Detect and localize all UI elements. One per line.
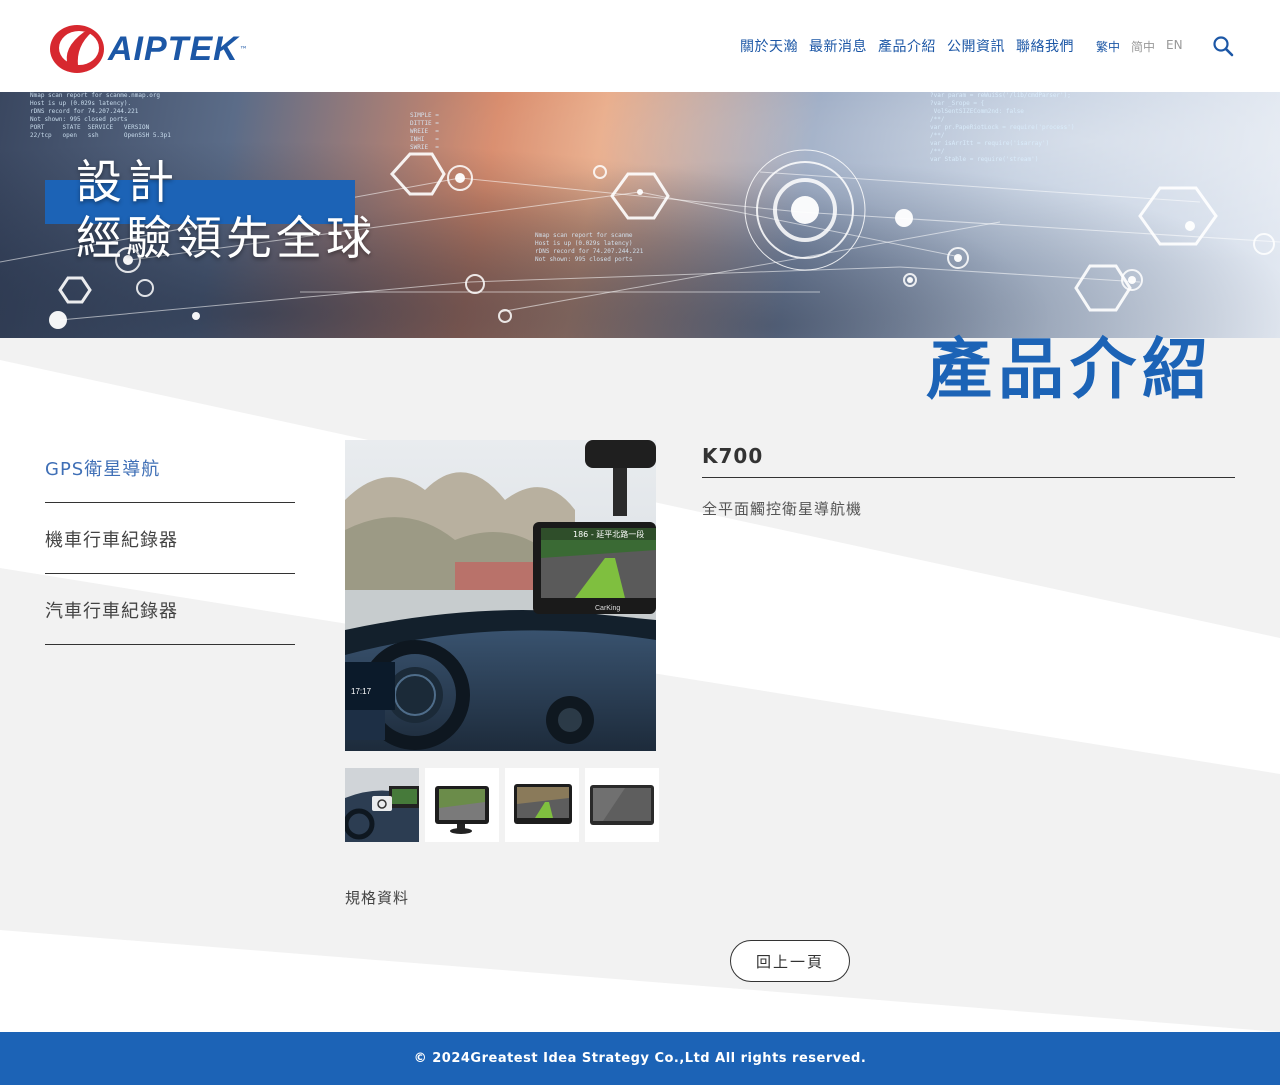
logo-wordmark: AIPTEK [108,29,239,68]
gps-street-label: 186 - 延平北路一段 [573,529,644,539]
language-switcher: 繁中 简中 EN [1096,38,1183,55]
product-divider [702,477,1235,478]
site-footer: © 2024Greatest Idea Strategy Co.,Ltd All… [0,1032,1280,1085]
thumbnail-3[interactable] [505,768,579,842]
lang-simplified-chinese[interactable]: 简中 [1131,38,1155,55]
lang-english[interactable]: EN [1166,38,1183,55]
section-title: 產品介紹 [926,331,1214,408]
aiptek-logo[interactable]: AIPTEK ™ [48,22,293,76]
banner-code-overlay-mid: Nmap scan report for scanme Host is up (… [535,232,644,263]
nav-public-info[interactable]: 公開資訊 [947,36,1005,56]
thumbnail-device-front-image [505,768,579,842]
spec-label[interactable]: 規格資料 [345,887,409,908]
thumbnail-dashboard-image [345,768,419,842]
search-icon[interactable] [1212,35,1234,57]
lang-traditional-chinese[interactable]: 繁中 [1096,38,1120,55]
site-header: AIPTEK ™ 關於天瀚 最新消息 產品介紹 公開資訊 聯絡我們 繁中 简中 … [0,0,1280,92]
nav-contact[interactable]: 聯絡我們 [1016,36,1074,56]
device-brand-label: CarKing [595,605,620,612]
product-description: 全平面觸控衛星導航機 [702,500,863,518]
sidebar-item-gps[interactable]: GPS衛星導航 [45,432,295,503]
product-name: K700 [702,444,764,468]
footer-copyright: © 2024Greatest Idea Strategy Co.,Ltd All… [413,1051,867,1066]
sidebar-item-motorcycle-recorder[interactable]: 機車行車紀錄器 [45,503,295,574]
banner-heading-line2: 經驗領先全球 [76,211,376,265]
nav-news[interactable]: 最新消息 [809,36,867,56]
thumbnail-device-off-image [585,768,659,842]
nav-products[interactable]: 產品介紹 [878,36,936,56]
category-sidebar: GPS衛星導航 機車行車紀錄器 汽車行車紀錄器 [45,432,295,645]
page: AIPTEK ™ 關於天瀚 最新消息 產品介紹 公開資訊 聯絡我們 繁中 简中 … [0,0,1280,1085]
thumbnail-4[interactable] [585,768,659,842]
banner-code-overlay-center: SIMPLE = DITTIE = WREIE = INHI = SWRIE = [410,112,439,151]
back-button[interactable]: 回上一頁 [730,940,850,982]
dash-time-label: 17:17 [351,687,372,696]
logo-trademark: ™ [239,44,248,54]
thumbnail-device-mount-image [425,768,499,842]
product-main-image[interactable]: 186 - 延平北路一段 CarKing 17:17 [345,440,656,751]
logo-swirl-icon [50,25,104,73]
banner-code-overlay-right: ?var param = reWuiSs('/lib/cmdParser'); … [930,92,1075,163]
banner-code-overlay-left: Nmap scan report for scanme.nmap.org Hos… [30,92,171,139]
sidebar-item-car-recorder[interactable]: 汽車行車紀錄器 [45,574,295,645]
main-nav: 關於天瀚 最新消息 產品介紹 公開資訊 聯絡我們 [740,36,1074,56]
nav-about[interactable]: 關於天瀚 [740,36,798,56]
product-photo: 186 - 延平北路一段 CarKing 17:17 [345,440,656,751]
thumbnail-1[interactable] [345,768,419,842]
thumbnail-2[interactable] [425,768,499,842]
product-thumbnails [345,768,659,842]
hero-banner: Nmap scan report for scanme.nmap.org Hos… [0,92,1280,338]
